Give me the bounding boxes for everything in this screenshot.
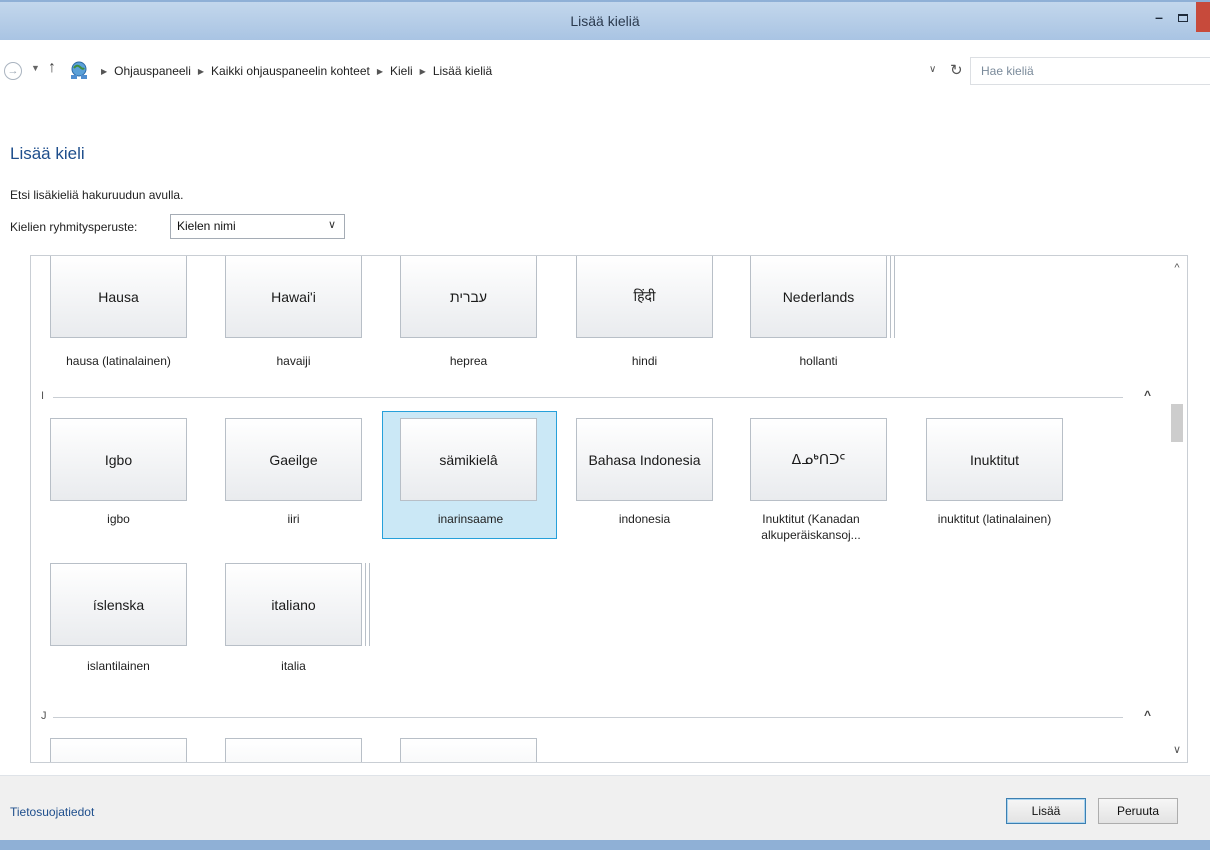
refresh-icon[interactable]: ↻ bbox=[950, 61, 963, 79]
language-tile-inuktitut-latin[interactable]: Inuktitut inuktitut (latinalainen) bbox=[926, 418, 1101, 526]
grouping-value: Kielen nimi bbox=[177, 219, 236, 233]
breadcrumb-add-languages[interactable]: Lisää kieliä bbox=[433, 64, 492, 78]
breadcrumb-separator-icon[interactable]: ▶ bbox=[101, 67, 107, 76]
scrollbar[interactable]: ^ ∨ bbox=[1167, 256, 1187, 762]
cancel-button[interactable]: Peruuta bbox=[1098, 798, 1178, 824]
collapse-section-icon[interactable]: ^ bbox=[1144, 708, 1151, 722]
footer: Tietosuojatiedot Lisää Peruuta bbox=[0, 775, 1210, 840]
tile-native-name: हिंदी bbox=[576, 256, 713, 338]
breadcrumb: ▶ Ohjauspaneeli ▶ Kaikki ohjauspaneelin … bbox=[94, 64, 492, 78]
tile-language-name: Inuktitut (Kanadan alkuperäiskansoj... bbox=[761, 512, 861, 542]
minimize-button[interactable]: – bbox=[1150, 10, 1168, 26]
tile-language-name: heprea bbox=[449, 354, 488, 368]
tile-native-name: Nederlands bbox=[750, 256, 887, 338]
privacy-link[interactable]: Tietosuojatiedot bbox=[10, 805, 94, 819]
grouping-label: Kielien ryhmitysperuste: bbox=[10, 220, 138, 234]
tile-native-name: sämikielâ bbox=[400, 418, 537, 501]
tile-native-name: Inuktitut bbox=[926, 418, 1063, 501]
language-list: Hausa hausa (latinalainen) Hawai'i havai… bbox=[30, 255, 1188, 763]
tile-language-name: havaiji bbox=[276, 354, 311, 368]
tile-language-name: indonesia bbox=[618, 512, 671, 526]
tile-native-name bbox=[400, 738, 537, 762]
scrollbar-thumb[interactable] bbox=[1171, 404, 1183, 442]
search-input[interactable]: Hae kieliä bbox=[970, 57, 1210, 85]
tile-native-name: Igbo bbox=[50, 418, 187, 501]
tile-native-name: íslenska bbox=[50, 563, 187, 646]
tile-native-name bbox=[50, 738, 187, 762]
breadcrumb-separator-icon[interactable]: ▶ bbox=[420, 67, 426, 76]
language-tile-irish[interactable]: Gaeilge iiri bbox=[225, 418, 400, 526]
language-tile[interactable] bbox=[50, 738, 225, 762]
grouping-select[interactable]: Kielen nimi ∨ bbox=[170, 214, 345, 239]
control-panel-icon[interactable] bbox=[68, 60, 90, 80]
section-divider bbox=[53, 397, 1123, 398]
language-tile-indonesian[interactable]: Bahasa Indonesia indonesia bbox=[576, 418, 751, 526]
window-bottom-border bbox=[0, 840, 1210, 850]
language-tile-hebrew[interactable]: עברית heprea bbox=[400, 256, 575, 368]
tile-language-name: italia bbox=[281, 659, 306, 673]
tile-native-name: Gaeilge bbox=[225, 418, 362, 501]
close-button[interactable] bbox=[1196, 2, 1210, 32]
tile-native-name: עברית bbox=[400, 256, 537, 338]
tile-language-name: islantilainen bbox=[87, 659, 150, 673]
tile-native-name: italiano bbox=[225, 563, 362, 646]
tile-language-name: igbo bbox=[107, 512, 130, 526]
tile-language-name: inarinsaame bbox=[437, 512, 504, 526]
breadcrumb-separator-icon[interactable]: ▶ bbox=[198, 67, 204, 76]
tile-native-name: Bahasa Indonesia bbox=[576, 418, 713, 501]
language-tile-igbo[interactable]: Igbo igbo bbox=[50, 418, 225, 526]
section-header-j: J ^ bbox=[41, 708, 1151, 724]
add-button[interactable]: Lisää bbox=[1006, 798, 1086, 824]
chevron-down-icon: ∨ bbox=[327, 219, 336, 231]
scroll-up-icon[interactable]: ^ bbox=[1167, 258, 1187, 278]
up-arrow-icon[interactable]: ↑ bbox=[48, 59, 56, 77]
tile-language-name: hindi bbox=[631, 354, 658, 368]
tile-native-name: Hausa bbox=[50, 256, 187, 338]
tile-language-name: iiri bbox=[287, 512, 300, 526]
tile-language-name: hausa (latinalainen) bbox=[66, 354, 171, 368]
language-tile-dutch[interactable]: Nederlands hollanti bbox=[750, 256, 925, 368]
language-tile[interactable] bbox=[225, 738, 400, 762]
section-divider bbox=[53, 717, 1123, 718]
language-tile-hindi[interactable]: हिंदी hindi bbox=[576, 256, 751, 368]
language-tile-hawaiian[interactable]: Hawai'i havaiji bbox=[225, 256, 400, 368]
tile-language-name: hollanti bbox=[799, 354, 838, 368]
address-bar: → ▼ ↑ ▶ Ohjauspaneeli ▶ Kaikki ohjauspan… bbox=[0, 56, 1210, 86]
address-dropdown-chevron-icon[interactable]: ∨ bbox=[929, 64, 936, 75]
language-tile-inari-sami[interactable]: sämikielâ inarinsaame bbox=[382, 411, 557, 539]
search-hint: Etsi lisäkieliä hakuruudun avulla. bbox=[10, 188, 184, 202]
title-bar: Lisää kieliä – bbox=[0, 0, 1210, 40]
maximize-icon bbox=[1178, 14, 1188, 22]
language-tile-inuktitut-syllabics[interactable]: ᐃᓄᒃᑎᑐᑦ Inuktitut (Kanadan alkuperäiskans… bbox=[750, 418, 925, 542]
scroll-down-icon[interactable]: ∨ bbox=[1167, 740, 1187, 760]
tile-native-name: Hawai'i bbox=[225, 256, 362, 338]
recent-locations-chevron-icon[interactable]: ▼ bbox=[31, 63, 40, 73]
back-arrow-icon[interactable]: → bbox=[4, 62, 22, 80]
section-header-i: I ^ bbox=[41, 388, 1151, 404]
breadcrumb-language[interactable]: Kieli bbox=[390, 64, 413, 78]
section-letter: J bbox=[41, 710, 47, 722]
language-tile[interactable] bbox=[400, 738, 575, 762]
page-title: Lisää kieli bbox=[10, 144, 85, 163]
breadcrumb-control-panel[interactable]: Ohjauspaneeli bbox=[114, 64, 191, 78]
tile-native-name: ᐃᓄᒃᑎᑐᑦ bbox=[750, 418, 887, 501]
collapse-section-icon[interactable]: ^ bbox=[1144, 388, 1151, 402]
breadcrumb-all-items[interactable]: Kaikki ohjauspaneelin kohteet bbox=[211, 64, 370, 78]
tile-language-name: inuktitut (latinalainen) bbox=[937, 512, 1052, 526]
maximize-button[interactable] bbox=[1174, 10, 1192, 26]
language-tile-italian[interactable]: italiano italia bbox=[225, 563, 400, 683]
tile-native-name bbox=[225, 738, 362, 762]
breadcrumb-separator-icon[interactable]: ▶ bbox=[377, 67, 383, 76]
language-tile-icelandic[interactable]: íslenska islantilainen bbox=[50, 563, 225, 683]
window-title: Lisää kieliä bbox=[570, 13, 640, 29]
section-letter: I bbox=[41, 390, 45, 402]
language-tile-hausa[interactable]: Hausa hausa (latinalainen) bbox=[50, 256, 225, 368]
